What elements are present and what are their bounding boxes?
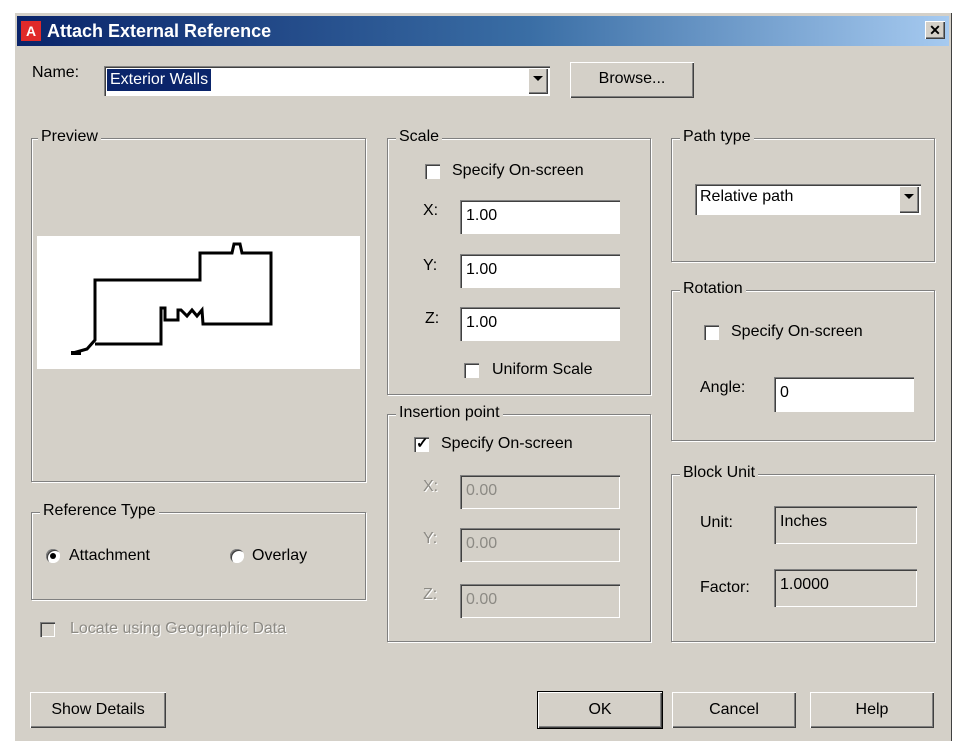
- autocad-app-icon: A: [21, 21, 41, 41]
- unit-field: Inches: [774, 506, 917, 544]
- scale-x-input[interactable]: 1.00: [460, 200, 620, 234]
- locate-geo-label: Locate using Geographic Data: [70, 620, 287, 637]
- insertion-z-input[interactable]: 0.00: [460, 584, 620, 618]
- angle-value: 0: [780, 384, 789, 401]
- rotation-specify-onscreen-checkbox[interactable]: [704, 325, 719, 340]
- path-type-combo[interactable]: Relative path: [695, 184, 921, 215]
- locate-geo-checkbox[interactable]: [40, 622, 55, 637]
- overlay-radio[interactable]: [230, 549, 244, 563]
- angle-input[interactable]: 0: [774, 377, 914, 412]
- path-type-legend: Path type: [680, 128, 754, 146]
- insertion-point-legend: Insertion point: [396, 404, 503, 422]
- insertion-y-value: 0.00: [466, 535, 498, 552]
- scale-y-value: 1.00: [466, 261, 498, 278]
- insertion-x-input[interactable]: 0.00: [460, 475, 620, 509]
- path-type-value: Relative path: [700, 188, 794, 205]
- name-label: Name:: [32, 64, 80, 81]
- ok-label: OK: [588, 701, 612, 718]
- title-bar: A Attach External Reference ✕: [17, 16, 949, 46]
- scale-y-label: Y:: [423, 257, 438, 274]
- scale-x-label: X:: [423, 202, 439, 219]
- scale-z-value: 1.00: [466, 314, 498, 331]
- show-details-label: Show Details: [51, 701, 145, 718]
- reference-type-legend: Reference Type: [40, 502, 159, 520]
- preview-legend: Preview: [38, 128, 101, 146]
- insertion-y-input[interactable]: 0.00: [460, 528, 620, 562]
- scale-legend: Scale: [396, 128, 443, 146]
- close-icon: ✕: [929, 22, 941, 38]
- overlay-label: Overlay: [252, 547, 308, 564]
- rotation-specify-onscreen-label: Specify On-screen: [731, 323, 863, 340]
- block-unit-legend: Block Unit: [680, 464, 759, 482]
- insertion-specify-onscreen-checkbox[interactable]: ✓: [414, 435, 429, 452]
- attach-xref-dialog: A Attach External Reference ✕ Name: Exte…: [14, 12, 952, 741]
- rotation-legend: Rotation: [680, 280, 746, 298]
- preview-image: [37, 236, 360, 369]
- scale-y-input[interactable]: 1.00: [460, 254, 620, 288]
- attachment-radio[interactable]: [46, 549, 60, 563]
- block-unit-group: Block Unit: [671, 464, 935, 642]
- scale-specify-onscreen-label: Specify On-screen: [452, 162, 584, 179]
- ok-button[interactable]: OK: [538, 692, 662, 728]
- insertion-z-label: Z:: [423, 586, 438, 603]
- help-button[interactable]: Help: [810, 692, 934, 728]
- chevron-down-icon[interactable]: [899, 186, 919, 213]
- insertion-y-label: Y:: [423, 530, 438, 547]
- radio-selected-dot: [50, 553, 56, 559]
- name-combo[interactable]: Exterior Walls: [104, 66, 550, 96]
- scale-x-value: 1.00: [466, 207, 498, 224]
- cancel-button[interactable]: Cancel: [672, 692, 796, 728]
- insertion-specify-onscreen-label: Specify On-screen: [441, 435, 573, 452]
- checkmark-icon: ✓: [416, 435, 429, 452]
- rotation-group: Rotation: [671, 280, 935, 441]
- scale-specify-onscreen-checkbox[interactable]: [425, 164, 440, 179]
- browse-button[interactable]: Browse...: [570, 62, 694, 98]
- uniform-scale-checkbox[interactable]: [464, 363, 479, 378]
- scale-z-label: Z:: [425, 310, 440, 327]
- factor-field: 1.0000: [774, 569, 917, 607]
- scale-z-input[interactable]: 1.00: [460, 307, 620, 341]
- chevron-down-icon[interactable]: [528, 68, 548, 94]
- dialog-title: Attach External Reference: [47, 21, 272, 41]
- insertion-x-label: X:: [423, 478, 439, 495]
- uniform-scale-label: Uniform Scale: [492, 361, 593, 378]
- factor-value: 1.0000: [780, 576, 829, 593]
- close-button[interactable]: ✕: [925, 21, 945, 39]
- cancel-label: Cancel: [709, 701, 759, 718]
- unit-label: Unit:: [700, 514, 733, 531]
- xref-preview-drawing: [71, 242, 273, 355]
- factor-label: Factor:: [700, 579, 750, 596]
- insertion-z-value: 0.00: [466, 591, 498, 608]
- insertion-x-value: 0.00: [466, 482, 498, 499]
- name-value: Exterior Walls: [107, 69, 212, 91]
- angle-label: Angle:: [700, 379, 746, 396]
- attachment-label: Attachment: [69, 547, 150, 564]
- help-label: Help: [855, 701, 889, 718]
- unit-value: Inches: [780, 513, 828, 530]
- show-details-button[interactable]: Show Details: [30, 692, 166, 728]
- browse-label: Browse...: [598, 70, 666, 87]
